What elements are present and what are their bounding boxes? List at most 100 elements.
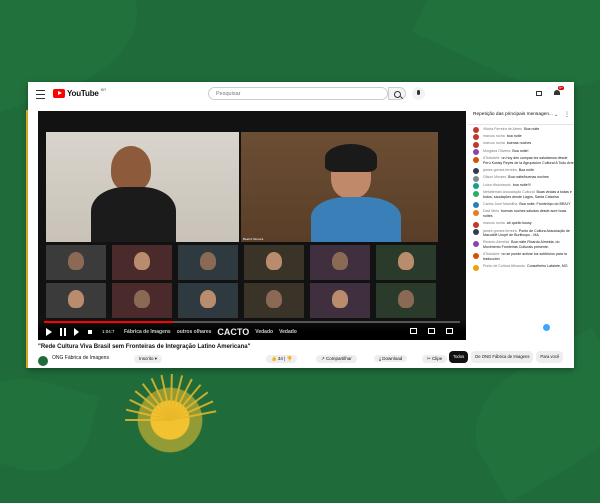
chat-author[interactable]: marcos rocha [483,221,505,225]
chat-message: Davi Mirlo buenas noches saludos desde ac… [468,208,574,220]
play-icon[interactable] [46,328,52,336]
avatar[interactable] [473,240,479,247]
microphone-icon[interactable] [412,87,425,100]
chat-mode-selector[interactable]: Repetição das principais mensagen... [473,112,553,117]
chat-author[interactable]: Metalterrani Associação Cultural [483,190,535,194]
avatar[interactable] [473,209,479,216]
participant-tile [46,283,106,318]
participant-figure [266,290,282,308]
chat-author[interactable]: Carlos José Mansilha [483,202,517,206]
notifications-icon[interactable]: 9+ [553,86,564,97]
chat-author[interactable]: marcos rocha [483,141,505,145]
participant-tile [112,283,172,318]
sponsor-logo: outros olhares [176,329,212,335]
chat-message: marcos rocha ah quello kussy [468,220,574,228]
participant-figure [266,252,282,270]
avatar[interactable] [473,156,479,163]
chat-author[interactable]: marcos rocha [483,134,505,138]
download-button[interactable]: ⤓ Download [374,355,408,362]
search-input[interactable]: Pesquisar [208,87,388,100]
next-icon[interactable] [74,328,79,336]
participant-tile [310,283,370,318]
channel-name[interactable]: ONG Fábrica de Imagens [52,355,109,361]
chat-text: ah quello kussy [506,221,532,226]
chat-author[interactable]: Luiza Historiando [483,183,511,187]
volume-icon[interactable] [88,330,92,334]
more-options-icon[interactable]: ⋮ [564,111,570,118]
participant-tile [310,245,370,280]
recommendation-chips: Todos De ONG Fábrica de Imagens Para voc… [449,351,574,363]
chat-author[interactable]: james gomes ferreira [483,229,517,233]
player-controls: 1:04:7 Fábrica de Imagens outros olhares… [38,319,466,340]
participant-figure [134,252,150,270]
search-button[interactable] [388,87,406,100]
chat-author[interactable]: Ponto de Cultura Afinando [483,264,525,268]
chat-author[interactable]: Ricardo Almeida [483,240,509,244]
pause-icon[interactable] [60,328,66,336]
youtube-window: YouTube BR Pesquisar 9+ Beatriz Moreira [28,82,574,368]
chat-text: Boa noite [524,126,540,131]
chat-message: marcos rocha buenas noches [468,140,574,148]
participant-figure [68,290,84,308]
share-button[interactable]: ↗ Compartilhar [316,355,357,363]
participant-tile [178,283,238,318]
youtube-logo[interactable]: YouTube BR [53,87,106,98]
progress-bar[interactable] [44,321,460,323]
clip-label: Clipe [432,356,443,361]
chat-message: Luiza Historiando boa noite!!! [468,181,574,190]
participant-figure [200,252,216,270]
participant-tile [244,245,304,280]
subscribe-button[interactable]: Inscrito ▾ [134,355,163,363]
interpreter-figure [111,146,151,191]
chat-scroll-indicator[interactable] [543,324,550,331]
fullscreen-icon[interactable] [446,328,453,334]
settings-icon[interactable] [410,328,417,334]
chip-all[interactable]: Todos [449,351,469,363]
progress-fill [44,321,173,323]
chat-text: Boa noite; Fronteiriço do BR/UY [519,201,571,206]
chat-author[interactable]: ATodoArte [483,156,500,160]
participant-figure [398,290,414,308]
channel-row: ONG Fábrica de Imagens Inscrito ▾ 👍 34 |… [38,355,468,368]
chat-message: Vitória Ferreira de Abreu Boa noite [468,125,574,133]
chat-text: Boa noite [518,167,534,172]
create-video-icon[interactable] [536,89,544,97]
avatar[interactable] [473,229,479,236]
chat-author[interactable]: james gomes ferreira [483,168,517,172]
participant-name: Beatriz Moreira [243,237,264,241]
chat-author[interactable]: Davi Mirlo [483,209,499,213]
participant-figure [332,290,348,308]
clip-button[interactable]: ✂ Clipe [422,355,448,363]
participant-tile-speaker: Beatriz Moreira [241,132,438,242]
chevron-down-icon[interactable]: ⌄ [554,112,558,118]
speaker-hair [325,144,377,172]
chat-author[interactable]: Gilson Moraes [483,175,506,179]
chat-author[interactable]: Vitória Ferreira de Abreu [483,127,522,131]
avatar[interactable] [473,190,479,197]
avatar[interactable] [473,252,479,259]
chat-message: Gilson Moraes Boa noite/buenas noches [468,174,574,182]
chat-author[interactable]: Morgana Oliveira [483,149,510,153]
like-count: 34 [277,356,283,361]
participant-figure [200,290,216,308]
chat-author[interactable]: ATodoArte [483,252,500,256]
chip-from-channel[interactable]: De ONG Fábrica de Imagens [471,351,534,363]
like-button[interactable]: 👍 34 | 👎 [266,355,298,363]
menu-icon[interactable] [36,90,45,99]
channel-avatar[interactable] [38,356,48,366]
logo-text: YouTube [67,89,99,98]
chat-messages: Vitória Ferreira de Abreu Boa noite marcos… [468,125,574,271]
interpreter-body [91,187,176,242]
video-player[interactable]: Beatriz Moreira 1:04:7 Fábrica de Imagen… [38,111,466,340]
chat-text: boa noite [506,133,522,138]
chip-for-you[interactable]: Para você [536,351,564,363]
share-label: Compartilhar [326,356,352,361]
participant-tile-interpreter [46,132,239,242]
participant-figure [398,252,414,270]
sponsor-strip: Fábrica de Imagens outros olhares CACTO … [124,325,334,339]
live-chat-panel: Repetição das principais mensagen... ⌄ ⋮… [468,108,574,340]
subscribe-label: Inscrito [139,356,154,361]
avatar[interactable] [473,264,479,271]
participant-tile [178,245,238,280]
theater-mode-icon[interactable] [428,328,435,334]
